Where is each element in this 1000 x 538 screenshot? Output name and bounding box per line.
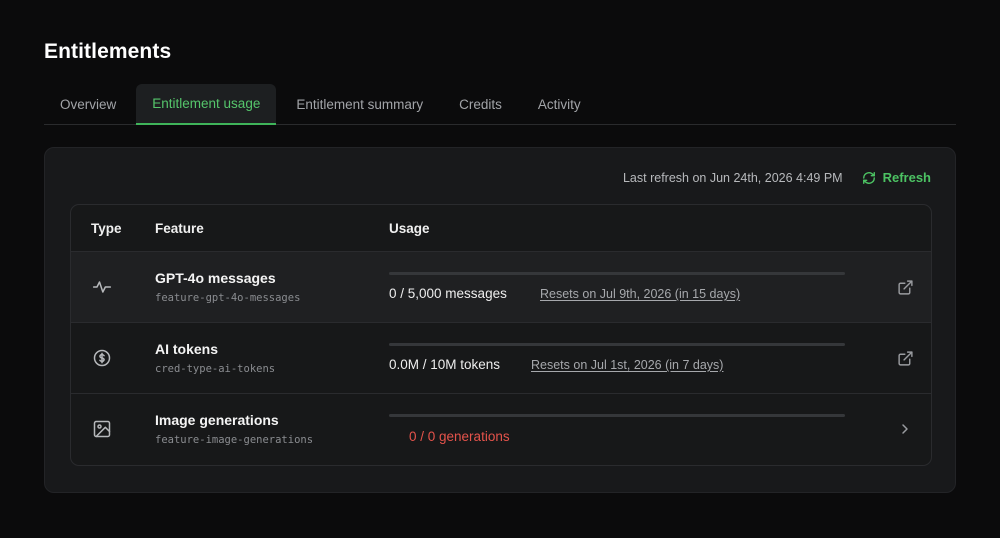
header-usage: Usage [389, 221, 430, 236]
table-row[interactable]: GPT-4o messages feature-gpt-4o-messages … [71, 251, 931, 322]
header-feature: Feature [155, 221, 204, 236]
tab-entitlement-usage[interactable]: Entitlement usage [136, 84, 277, 125]
usage-value: 0 / 0 generations [409, 429, 510, 444]
usage-bar [389, 272, 845, 275]
tab-overview[interactable]: Overview [44, 84, 132, 125]
usage-card: Last refresh on Jun 24th, 2026 4:49 PM R… [44, 147, 956, 493]
feature-key: feature-gpt-4o-messages [155, 292, 301, 304]
tab-bar: Overview Entitlement usage Entitlement s… [44, 84, 956, 125]
refresh-icon [862, 171, 875, 184]
coin-icon [91, 347, 113, 369]
refresh-button[interactable]: Refresh [862, 170, 931, 185]
image-icon [91, 418, 113, 440]
usage-table: Type Feature Usage GPT-4o messages featu… [70, 204, 932, 466]
page-title: Entitlements [44, 40, 172, 63]
refresh-row: Last refresh on Jun 24th, 2026 4:49 PM R… [623, 170, 931, 185]
last-refresh-text: Last refresh on Jun 24th, 2026 4:49 PM [622, 170, 843, 185]
activity-icon [91, 276, 113, 298]
usage-bar [389, 414, 845, 417]
usage-bar [389, 343, 845, 346]
tab-activity[interactable]: Activity [522, 84, 597, 125]
feature-key: feature-image-generations [155, 434, 314, 446]
external-link-icon[interactable] [895, 277, 915, 297]
tab-entitlement-summary[interactable]: Entitlement summary [280, 84, 439, 125]
header-type: Type [91, 221, 122, 236]
chevron-right-icon[interactable] [895, 419, 915, 439]
reset-date-link[interactable]: Resets on Jul 1st, 2026 (in 7 days) [531, 358, 723, 372]
table-row[interactable]: AI tokens cred-type-ai-tokens 0.0M / 10M… [71, 322, 931, 393]
table-row[interactable]: Image generations feature-image-generati… [71, 393, 931, 464]
reset-date-link[interactable]: Resets on Jul 9th, 2026 (in 15 days) [540, 287, 740, 301]
feature-name: Image generations [155, 412, 279, 428]
external-link-icon[interactable] [895, 348, 915, 368]
usage-value: 0.0M / 10M tokens [389, 357, 501, 372]
refresh-button-label: Refresh [882, 170, 931, 185]
feature-name: AI tokens [155, 341, 219, 357]
feature-name: GPT-4o messages [155, 270, 276, 286]
usage-value: 0 / 5,000 messages [389, 286, 507, 301]
feature-key: cred-type-ai-tokens [155, 363, 276, 375]
tab-credits[interactable]: Credits [443, 84, 518, 125]
table-header: Type Feature Usage [71, 205, 931, 251]
